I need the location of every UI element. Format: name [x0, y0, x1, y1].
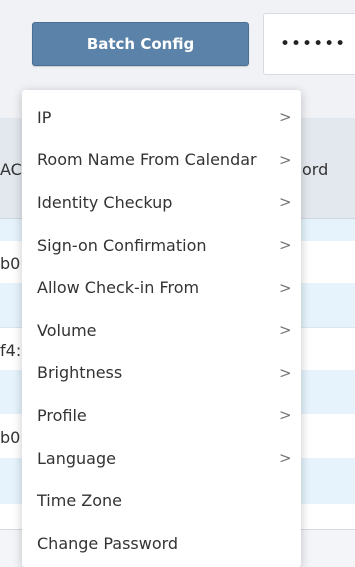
menu-item-time-zone[interactable]: Time Zone [22, 479, 301, 522]
menu-item-label: Sign-on Confirmation [37, 235, 207, 255]
chevron-right-icon: > [279, 108, 292, 127]
chevron-right-icon: > [279, 193, 292, 212]
menu-item-label: Identity Checkup [37, 192, 173, 212]
table-cell-fragment: f4: [0, 341, 22, 360]
menu-item-change-password[interactable]: Change Password [22, 522, 301, 565]
batch-config-menu: IP > Room Name From Calendar > Identity … [22, 90, 301, 567]
password-field[interactable]: •••••• [263, 13, 355, 75]
menu-item-label: IP [37, 107, 52, 127]
chevron-right-icon: > [279, 363, 292, 382]
menu-item-sign-on-confirmation[interactable]: Sign-on Confirmation > [22, 224, 301, 267]
menu-item-label: Change Password [37, 533, 179, 553]
menu-item-allow-check-in-from[interactable]: Allow Check-in From > [22, 266, 301, 309]
chevron-right-icon: > [279, 150, 292, 169]
chevron-right-icon: > [279, 236, 292, 255]
menu-item-label: Volume [37, 320, 97, 340]
chevron-right-icon: > [279, 278, 292, 297]
table-cell-fragment: b0 [0, 254, 21, 273]
menu-item-label: Language [37, 448, 116, 468]
chevron-right-icon: > [279, 321, 292, 340]
menu-item-label: Profile [37, 405, 87, 425]
menu-item-label: Time Zone [37, 491, 122, 511]
menu-item-profile[interactable]: Profile > [22, 394, 301, 437]
menu-item-ip[interactable]: IP > [22, 96, 301, 139]
table-header-right-fragment: ord [302, 160, 329, 179]
chevron-right-icon: > [279, 406, 292, 425]
chevron-right-icon: > [279, 449, 292, 468]
menu-item-label: Allow Check-in From [37, 278, 200, 298]
menu-item-label: Room Name From Calendar [37, 150, 257, 170]
menu-item-identity-checkup[interactable]: Identity Checkup > [22, 181, 301, 224]
menu-item-volume[interactable]: Volume > [22, 309, 301, 352]
menu-item-room-name-from-calendar[interactable]: Room Name From Calendar > [22, 139, 301, 182]
menu-item-brightness[interactable]: Brightness > [22, 352, 301, 395]
table-header-left-fragment: AC [0, 160, 22, 179]
screen: Batch Config •••••• AC ord b0 f4: b0 IP … [0, 0, 355, 567]
menu-item-language[interactable]: Language > [22, 437, 301, 480]
batch-config-button[interactable]: Batch Config [32, 22, 249, 66]
table-cell-fragment: b0 [0, 428, 21, 447]
menu-item-label: Brightness [37, 363, 123, 383]
